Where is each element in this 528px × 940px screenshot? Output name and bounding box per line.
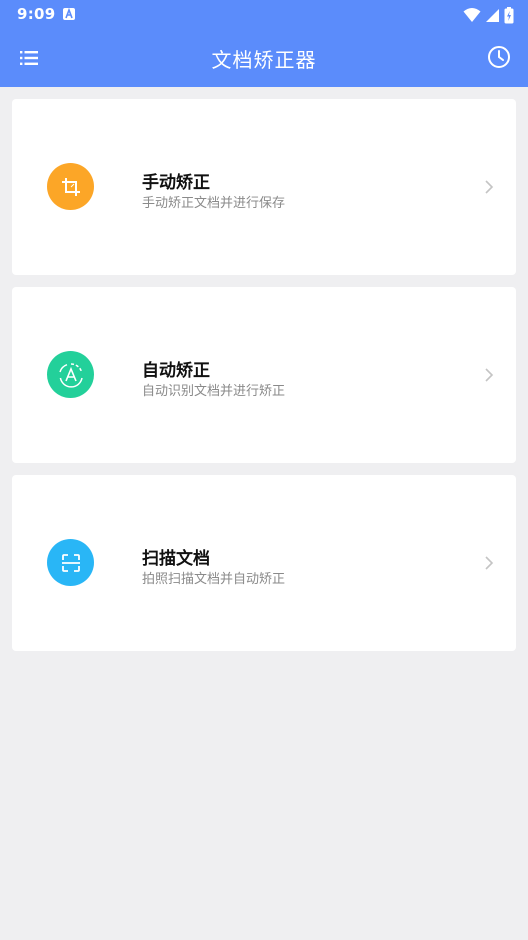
- chevron-right-icon: [485, 556, 494, 570]
- card-subtitle: 手动矫正文档并进行保存: [142, 196, 286, 211]
- auto-correct-card[interactable]: 自动矫正 自动识别文档并进行矫正: [12, 287, 516, 463]
- auto-rotate-icon: [58, 362, 83, 388]
- clock-history-icon[interactable]: [487, 45, 511, 69]
- app-bar: 文档矫正器: [0, 30, 528, 87]
- manual-correct-card[interactable]: 手动矫正 手动矫正文档并进行保存: [12, 99, 516, 275]
- card-icon-circle: [47, 539, 94, 586]
- card-icon-circle: [47, 163, 94, 210]
- page-title: 文档矫正器: [211, 48, 317, 72]
- crop-icon: [61, 177, 80, 196]
- battery-icon: [504, 6, 514, 23]
- scan-document-card[interactable]: 扫描文档 拍照扫描文档并自动矫正: [12, 475, 516, 651]
- card-title: 自动矫正: [142, 361, 210, 381]
- top-bar: 9:09 文档矫正器: [0, 0, 528, 87]
- card-title: 手动矫正: [142, 173, 210, 193]
- card-subtitle: 拍照扫描文档并自动矫正: [142, 572, 286, 587]
- chevron-right-icon: [485, 180, 494, 194]
- chevron-right-icon: [485, 368, 494, 382]
- status-bar: 9:09: [0, 0, 528, 30]
- card-subtitle: 自动识别文档并进行矫正: [142, 384, 286, 399]
- card-icon-circle: [47, 351, 94, 398]
- signal-icon: [486, 8, 499, 22]
- card-title: 扫描文档: [142, 549, 210, 569]
- app-notification-icon: [63, 8, 75, 20]
- wifi-icon: [463, 8, 481, 22]
- status-time: 9:09: [17, 5, 56, 23]
- scan-frame-icon: [61, 553, 80, 572]
- status-icons: [463, 6, 514, 24]
